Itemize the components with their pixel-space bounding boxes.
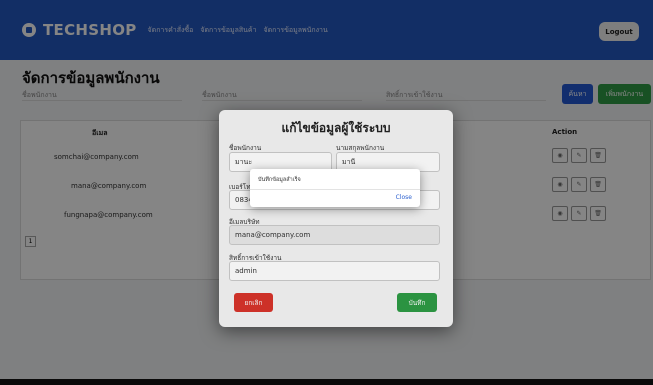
edit-user-modal: แก้ไขข้อมูลผู้ใช้ระบบ ชื่อพนักงาน มานะ น… [219, 110, 453, 327]
alert-divider [250, 189, 420, 190]
success-alert: บันทึกข้อมูลสำเร็จ Close [250, 169, 420, 207]
bottom-strip [0, 379, 653, 385]
modal-shade [219, 110, 453, 327]
alert-close-button[interactable]: Close [396, 194, 412, 201]
alert-message: บันทึกข้อมูลสำเร็จ [258, 177, 301, 183]
